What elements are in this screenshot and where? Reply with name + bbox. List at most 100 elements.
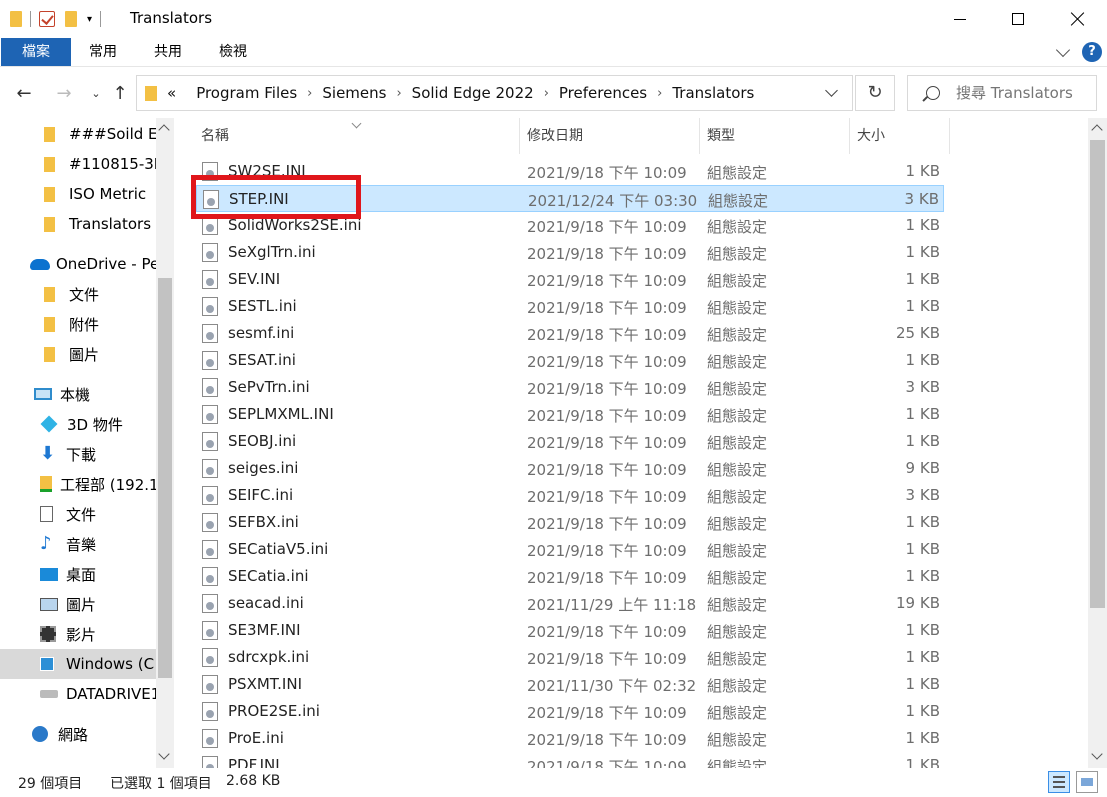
tab-share[interactable]: 共用 xyxy=(143,38,193,66)
chevron-right-icon[interactable]: › xyxy=(657,86,662,101)
computer-icon xyxy=(34,388,52,400)
file-row[interactable]: SECatiaV5.ini 2021/9/18 下午 10:09 組態設定 1 KB xyxy=(196,536,944,563)
sidebar-item[interactable]: DATADRIVE1 xyxy=(0,679,156,709)
folder-icon xyxy=(44,316,55,332)
sidebar-item[interactable]: 工程部 (192.1 xyxy=(0,469,156,499)
file-row[interactable]: SEPLMXML.INI 2021/9/18 下午 10:09 組態設定 1 KB xyxy=(196,401,944,428)
sidebar-item[interactable]: OneDrive - Pe xyxy=(0,249,156,279)
file-row[interactable]: SeXglTrn.ini 2021/9/18 下午 10:09 組態設定 1 KB xyxy=(196,239,944,266)
search-input[interactable] xyxy=(956,84,1096,102)
sidebar-item[interactable]: ♪ 音樂 xyxy=(0,529,156,559)
tab-home[interactable]: 常用 xyxy=(78,38,128,66)
address-history-chevron-icon[interactable] xyxy=(825,84,838,97)
file-row[interactable]: sesmf.ini 2021/9/18 下午 10:09 組態設定 25 KB xyxy=(196,320,944,347)
large-icons-view-button[interactable] xyxy=(1076,771,1098,793)
close-button[interactable] xyxy=(1049,0,1107,38)
file-row[interactable]: seacad.ini 2021/11/29 上午 11:18 組態設定 19 KB xyxy=(196,590,944,617)
new-folder-icon[interactable] xyxy=(65,11,77,27)
refresh-button[interactable]: ↻ xyxy=(855,75,895,111)
divider xyxy=(100,11,102,27)
sidebar-item[interactable]: 圖片 xyxy=(0,339,156,369)
sidebar-item[interactable]: 文件 xyxy=(0,499,156,529)
sidebar-item[interactable]: #110815-3D xyxy=(0,149,156,179)
sidebar-item[interactable]: 文件 xyxy=(0,279,156,309)
expand-ribbon-chevron-icon[interactable] xyxy=(1055,42,1071,58)
column-header-type[interactable]: 類型 xyxy=(707,118,735,154)
file-row[interactable]: SEIFC.ini 2021/9/18 下午 10:09 組態設定 3 KB xyxy=(196,482,944,509)
details-view-button[interactable] xyxy=(1048,771,1070,793)
breadcrumb-program-files[interactable]: Program Files xyxy=(196,84,297,102)
sidebar-item[interactable]: 桌面 xyxy=(0,559,156,589)
sidebar-item[interactable]: ###Soild Ed xyxy=(0,119,156,149)
chevron-right-icon[interactable]: › xyxy=(544,86,549,101)
sidebar-item-label: ###Soild Ed xyxy=(69,125,156,143)
chevron-right-icon[interactable]: › xyxy=(307,86,312,101)
file-row[interactable]: SEFBX.ini 2021/9/18 下午 10:09 組態設定 1 KB xyxy=(196,509,944,536)
sidebar-item[interactable]: Translators xyxy=(0,209,156,239)
up-arrow-icon[interactable]: ↑ xyxy=(108,82,132,106)
sidebar-item[interactable]: 3D 物件 xyxy=(0,409,156,439)
file-row[interactable]: ProE.ini 2021/9/18 下午 10:09 組態設定 1 KB xyxy=(196,725,944,752)
minimize-button[interactable] xyxy=(931,0,989,38)
breadcrumb-translators[interactable]: Translators xyxy=(672,84,754,102)
column-divider[interactable] xyxy=(519,118,520,154)
sidebar-item[interactable]: ⬇ 下載 xyxy=(0,439,156,469)
scroll-down-icon[interactable] xyxy=(1091,748,1103,760)
breadcrumb-overflow[interactable]: « xyxy=(167,84,176,102)
file-row[interactable]: PROE2SE.ini 2021/9/18 下午 10:09 組態設定 1 KB xyxy=(196,698,944,725)
file-row[interactable]: SEOBJ.ini 2021/9/18 下午 10:09 組態設定 1 KB xyxy=(196,428,944,455)
file-name: ProE.ini xyxy=(228,729,284,747)
sidebar-item-label: 桌面 xyxy=(66,565,97,584)
column-header-name[interactable]: 名稱 xyxy=(201,118,229,154)
recent-locations-chevron-icon[interactable]: ⌄ xyxy=(84,82,108,106)
file-size: 1 KB xyxy=(905,432,940,450)
properties-icon[interactable] xyxy=(39,11,55,27)
scroll-up-icon[interactable] xyxy=(158,124,170,136)
breadcrumb-solid-edge-2022[interactable]: Solid Edge 2022 xyxy=(412,84,534,102)
tab-file[interactable]: 檔案 xyxy=(1,38,71,66)
sidebar-item[interactable]: 影片 xyxy=(0,619,156,649)
search-box[interactable] xyxy=(907,75,1097,111)
file-list-scrollbar[interactable] xyxy=(1088,118,1107,768)
item-count: 29 個項目 xyxy=(18,776,83,792)
sidebar-item[interactable]: 附件 xyxy=(0,309,156,339)
file-type: 組態設定 xyxy=(707,731,768,749)
file-row[interactable]: sdrcxpk.ini 2021/9/18 下午 10:09 組態設定 1 KB xyxy=(196,644,944,671)
navigation-pane-scrollbar[interactable] xyxy=(156,118,174,768)
file-row[interactable]: SE3MF.INI 2021/9/18 下午 10:09 組態設定 1 KB xyxy=(196,617,944,644)
customize-toolbar-dropdown-icon[interactable]: ▾ xyxy=(87,14,92,25)
address-bar[interactable]: « Program Files › Siemens › Solid Edge 2… xyxy=(136,75,853,111)
sidebar-item[interactable]: Windows (C xyxy=(0,649,156,679)
tab-view[interactable]: 檢視 xyxy=(208,38,258,66)
column-header-size[interactable]: 大小 xyxy=(857,118,885,154)
forward-arrow-icon[interactable]: → xyxy=(52,82,76,106)
file-row[interactable]: SECatia.ini 2021/9/18 下午 10:09 組態設定 1 KB xyxy=(196,563,944,590)
sidebar-item-label: #110815-3D xyxy=(69,155,156,173)
chevron-right-icon[interactable]: › xyxy=(396,86,401,101)
sidebar-item[interactable]: ISO Metric xyxy=(0,179,156,209)
sidebar-item[interactable]: 網路 xyxy=(0,719,156,749)
maximize-button[interactable] xyxy=(989,0,1047,38)
scrollbar-thumb[interactable] xyxy=(158,278,172,678)
file-row[interactable]: PSXMT.INI 2021/11/30 下午 02:32 組態設定 1 KB xyxy=(196,671,944,698)
back-arrow-icon[interactable]: ← xyxy=(12,82,36,106)
file-row[interactable]: PDF.INI 2021/9/18 下午 10:09 組態設定 1 KB xyxy=(196,752,944,768)
file-row[interactable]: SEV.INI 2021/9/18 下午 10:09 組態設定 1 KB xyxy=(196,266,944,293)
scroll-up-icon[interactable] xyxy=(1091,124,1103,136)
breadcrumb-preferences[interactable]: Preferences xyxy=(559,84,647,102)
column-divider[interactable] xyxy=(949,118,950,154)
column-divider[interactable] xyxy=(699,118,700,154)
file-row[interactable]: SESAT.ini 2021/9/18 下午 10:09 組態設定 1 KB xyxy=(196,347,944,374)
file-row[interactable]: SESTL.ini 2021/9/18 下午 10:09 組態設定 1 KB xyxy=(196,293,944,320)
column-header-date[interactable]: 修改日期 xyxy=(527,118,583,154)
sidebar-item[interactable]: 圖片 xyxy=(0,589,156,619)
column-divider[interactable] xyxy=(849,118,850,154)
help-button[interactable]: ? xyxy=(1082,42,1102,62)
scrollbar-thumb[interactable] xyxy=(1090,140,1105,608)
scroll-down-icon[interactable] xyxy=(158,748,170,760)
file-row[interactable]: SePvTrn.ini 2021/9/18 下午 10:09 組態設定 3 KB xyxy=(196,374,944,401)
file-row[interactable]: seiges.ini 2021/9/18 下午 10:09 組態設定 9 KB xyxy=(196,455,944,482)
sidebar-item[interactable]: 本機 xyxy=(0,379,156,409)
large-icons-view-icon xyxy=(1081,778,1093,786)
breadcrumb-siemens[interactable]: Siemens xyxy=(322,84,386,102)
